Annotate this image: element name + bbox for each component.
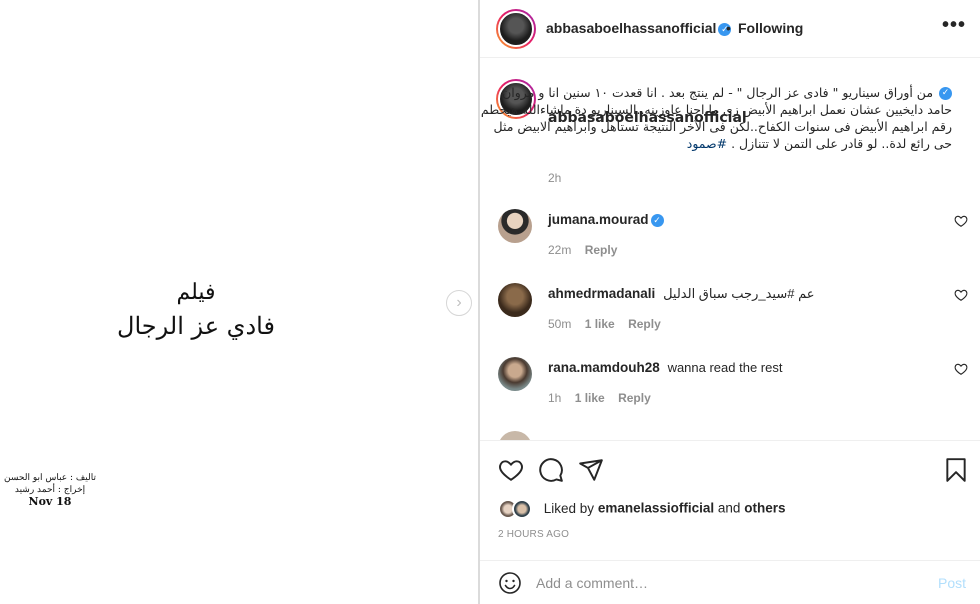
post-media[interactable]: فيلم فادي عز الرجال تاليف : عباس ابو الح… [0, 0, 478, 604]
comment-likes[interactable]: 1 like [585, 317, 615, 331]
caption-time: 2h [548, 171, 562, 185]
caption-text: abbasaboelhassanofficial ✓ من أوراق سينار… [480, 84, 952, 152]
liked-by-prefix: Liked by [543, 500, 595, 516]
comment-username-text[interactable]: ahmedrmadanali [548, 286, 655, 301]
comment-time: 1h [548, 391, 562, 405]
save-bookmark-icon[interactable] [943, 457, 969, 483]
emoji-icon[interactable] [498, 571, 522, 595]
comment-input[interactable] [536, 571, 916, 595]
comment-username-text[interactable]: rana.mamdouh28 [548, 360, 660, 375]
credit-date: Nov 18 [28, 495, 72, 508]
comment-username[interactable]: ahmedrmadanali عم #سيد_رجب سباق الدليل [548, 286, 814, 302]
liked-by-summary: Liked by emanelassiofficial and others [498, 499, 785, 519]
comment-meta: 1h 1 like Reply [548, 391, 661, 405]
poster-heading: فيلم [176, 280, 216, 305]
like-comment-heart-icon[interactable] [954, 288, 968, 302]
comment-username[interactable]: jumana.mourad ✓ [548, 212, 668, 227]
author-username[interactable]: abbasaboelhassanofficial ✓ [546, 20, 732, 36]
reply-button[interactable]: Reply [628, 317, 661, 331]
caption-username[interactable]: abbasaboelhassanofficial [548, 110, 747, 127]
liked-by-avatars [498, 499, 536, 519]
post-actions: Liked by emanelassiofficial and others 2… [480, 440, 980, 560]
reply-button[interactable]: Reply [618, 391, 651, 405]
poster-credits: تاليف : عباس ابو الحسن إخراج : أحمد رشيد… [0, 472, 100, 508]
liked-by-user[interactable]: emanelassiofficial [598, 501, 714, 516]
comment-likes[interactable]: 1 like [575, 391, 605, 405]
comment-avatar[interactable] [498, 283, 532, 317]
verified-badge-icon: ✓ [650, 213, 664, 227]
share-send-icon[interactable] [578, 457, 604, 483]
comment-item: rana.mamdouh28 wanna read the rest 1h 1 … [480, 357, 980, 427]
following-button[interactable]: Following [738, 20, 803, 36]
comment-bubble-icon[interactable] [538, 457, 564, 483]
chevron-right-icon: › [456, 294, 462, 311]
caption-username-block: abbasaboelhassanofficial ✓ [548, 85, 952, 126]
next-slide-button[interactable]: › [446, 290, 472, 316]
comment-meta: 50m 1 like Reply [548, 317, 671, 331]
comment-time: 50m [548, 317, 572, 331]
credit-author: تاليف : عباس ابو الحسن [4, 473, 96, 483]
comment-time: 22m [548, 243, 572, 257]
more-options-icon[interactable]: ••• [942, 14, 966, 37]
post-comment-button[interactable]: Post [938, 575, 966, 591]
comment-avatar[interactable] [498, 209, 532, 243]
post-header: abbasaboelhassanofficial ✓ • Following ••… [480, 0, 980, 58]
comment-avatar[interactable] [498, 357, 532, 391]
like-comment-heart-icon[interactable] [954, 362, 968, 376]
post-sidebar: abbasaboelhassanofficial ✓ • Following ••… [480, 0, 980, 604]
like-heart-icon[interactable] [498, 457, 524, 483]
comment-avatar[interactable] [498, 431, 532, 440]
comment-username[interactable]: rana.mamdouh28 wanna read the rest [548, 360, 782, 375]
reply-button[interactable]: Reply [585, 243, 618, 257]
comment-item: ahmedrmadanali عم #سيد_رجب سباق الدليل 5… [480, 283, 980, 353]
like-comment-heart-icon[interactable] [954, 214, 968, 228]
comments-section[interactable]: abbasaboelhassanofficial ✓ من أوراق سينار… [480, 59, 980, 440]
comment-text: عم #سيد_رجب سباق الدليل [663, 286, 815, 301]
instagram-post-view: فيلم فادي عز الرجال تاليف : عباس ابو الح… [0, 0, 980, 604]
comment-meta: 22m Reply [548, 243, 627, 257]
poster-film-title: فادي عز الرجال [117, 312, 275, 340]
caption-hashtag[interactable]: #صمود [687, 136, 727, 151]
verified-badge-icon: ✓ [939, 87, 952, 100]
liked-by-others[interactable]: others [744, 501, 785, 516]
comment-item-partial [480, 431, 980, 440]
liked-by-and: and [717, 500, 741, 516]
author-username-text[interactable]: abbasaboelhassanofficial [546, 20, 716, 36]
post-timestamp: 2 HOURS AGO [498, 529, 570, 540]
comment-username-text[interactable]: jumana.mourad [548, 212, 649, 227]
comment-item: jumana.mourad ✓ 22m Reply [480, 209, 980, 279]
add-comment-bar: Post [480, 560, 980, 604]
header-separator: • [726, 20, 731, 36]
comment-text: wanna read the rest [667, 360, 783, 375]
author-avatar[interactable] [496, 9, 536, 49]
